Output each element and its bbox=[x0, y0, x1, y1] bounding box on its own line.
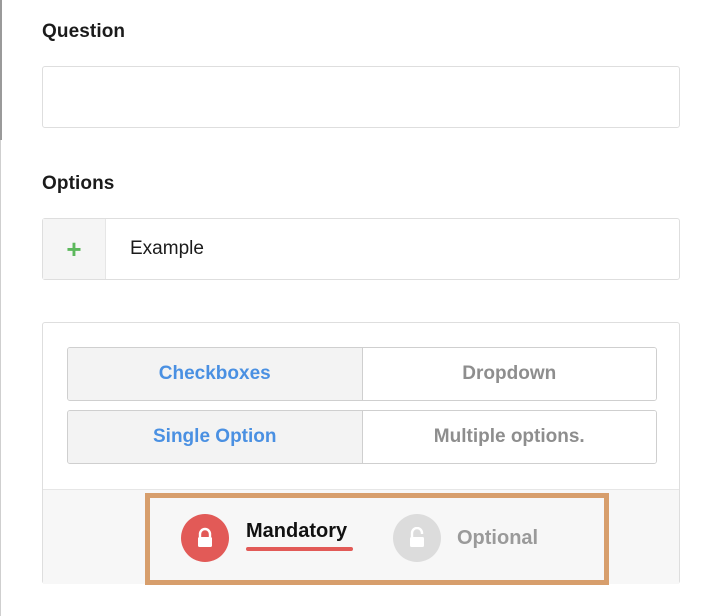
question-label: Question bbox=[42, 21, 126, 42]
lock-closed-icon bbox=[181, 514, 229, 562]
options-label: Options bbox=[42, 173, 115, 194]
add-option-button[interactable]: + bbox=[43, 219, 106, 279]
answer-type-toggle: Checkboxes Dropdown bbox=[67, 347, 657, 401]
option-row: + bbox=[42, 218, 680, 280]
question-input[interactable] bbox=[42, 66, 680, 128]
lock-open-icon bbox=[393, 514, 441, 562]
mandatory-toggle[interactable]: Mandatory bbox=[181, 514, 347, 562]
plus-icon: + bbox=[66, 233, 82, 264]
mandatory-label: Mandatory bbox=[246, 519, 348, 542]
multiple-options-button[interactable]: Multiple options. bbox=[362, 411, 656, 463]
optional-toggle[interactable]: Optional bbox=[393, 514, 538, 562]
selection-mode-toggle: Single Option Multiple options. bbox=[67, 410, 657, 464]
left-border-accent bbox=[0, 0, 2, 140]
mandatory-selected-underline bbox=[246, 547, 353, 551]
optional-label: Optional bbox=[457, 526, 539, 549]
single-option-button[interactable]: Single Option bbox=[68, 411, 363, 463]
question-editor: Question Options + Checkboxes Dropdown S… bbox=[0, 0, 716, 616]
checkboxes-button[interactable]: Checkboxes bbox=[68, 348, 363, 400]
dropdown-button[interactable]: Dropdown bbox=[362, 348, 656, 400]
option-input[interactable] bbox=[106, 219, 679, 279]
